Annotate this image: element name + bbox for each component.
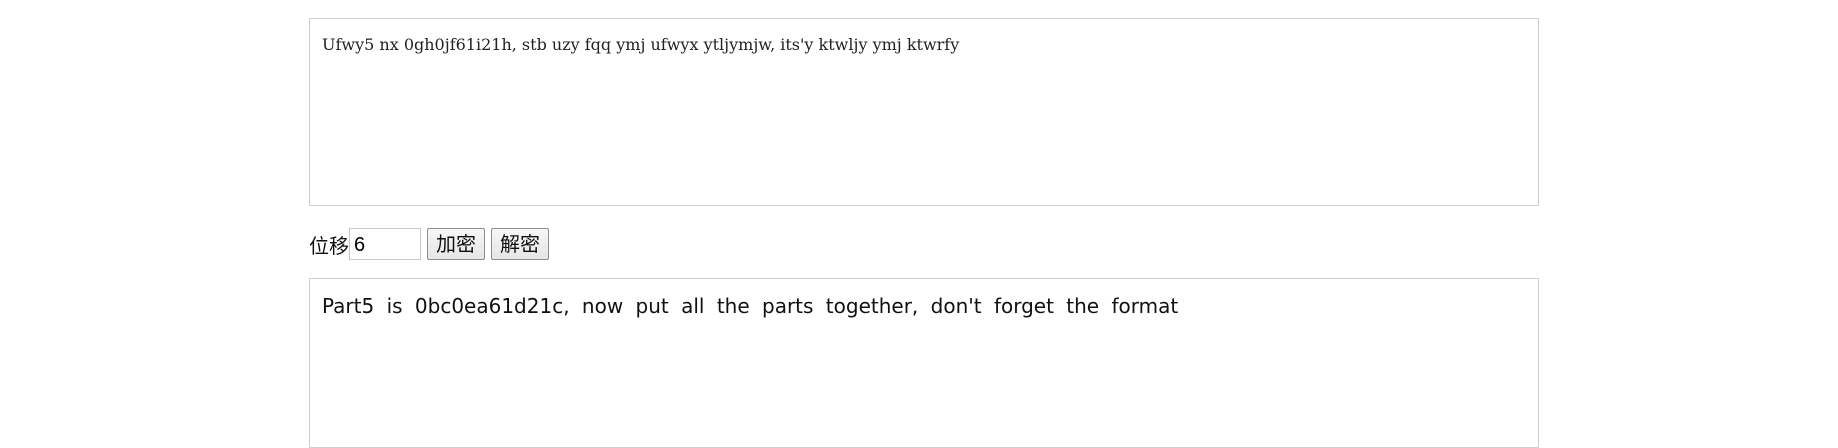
ciphertext-input[interactable]: Ufwy5 nx 0gh0jf61i21h, stb uzy fqq ymj u… [309,18,1539,206]
decrypt-button[interactable]: 解密 [491,228,549,260]
caesar-cipher-tool: Ufwy5 nx 0gh0jf61i21h, stb uzy fqq ymj u… [309,18,1539,448]
shift-label: 位移 [309,233,349,258]
controls-row: 位移 6 加密 解密 [309,224,1539,264]
encrypt-button[interactable]: 加密 [427,228,485,260]
plaintext-output[interactable]: Part5 is 0bc0ea61d21c, now put all the p… [309,278,1539,448]
shift-input[interactable]: 6 [349,228,421,260]
